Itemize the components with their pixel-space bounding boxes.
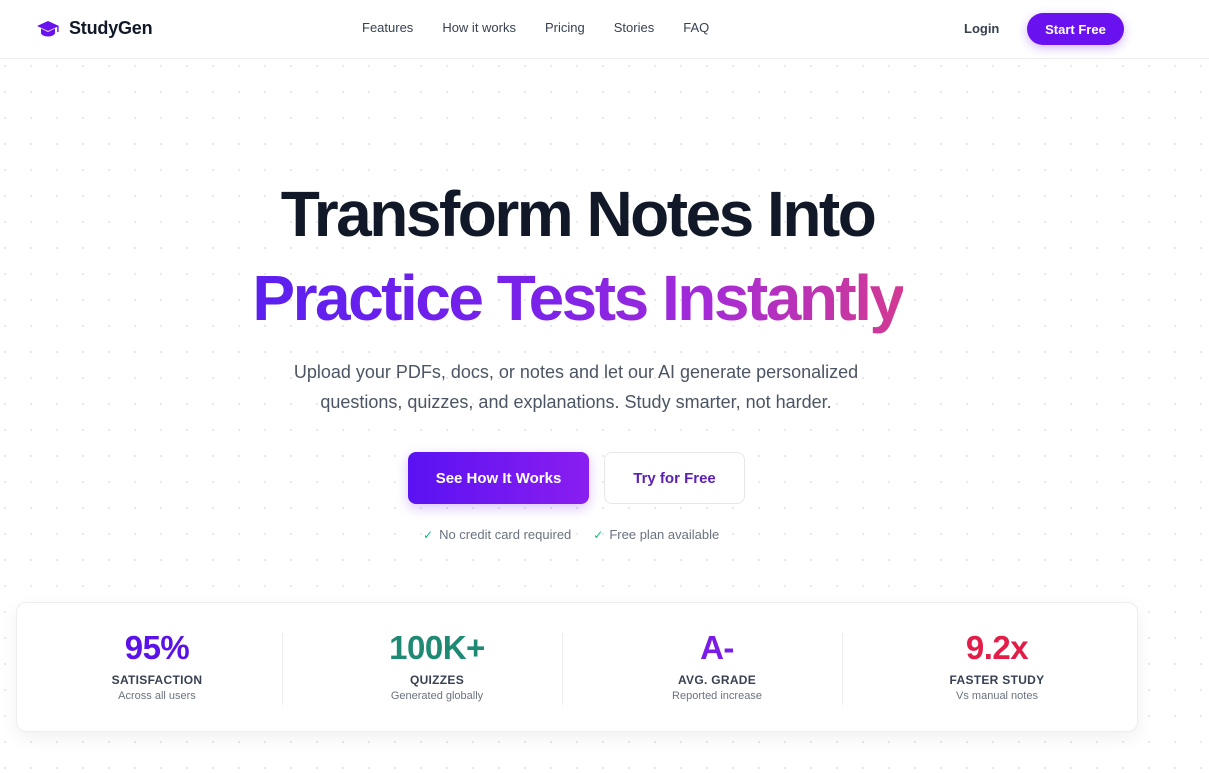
check-icon: ✓ — [593, 527, 604, 542]
nav-link-stories[interactable]: Stories — [614, 20, 654, 35]
brand-name: StudyGen — [69, 18, 153, 38]
hero-subtitle-line2: questions, quizzes, and explanations. St… — [320, 392, 832, 412]
stat-divider — [562, 633, 563, 705]
hero-subtitle: Upload your PDFs, docs, or notes and let… — [250, 357, 902, 417]
stat-avg-grade: A- AVG. GRADE Reported increase — [577, 603, 857, 733]
stat-value: A- — [700, 629, 734, 666]
hero-title-gradient-text: Practice Tests Instantly — [252, 262, 905, 334]
stat-value: 95% — [124, 629, 190, 666]
stat-label: FASTER STUDY — [949, 673, 1045, 687]
check-label: Free plan available — [609, 527, 720, 542]
nav-link-pricing[interactable]: Pricing — [545, 20, 585, 35]
stat-value: 9.2x — [965, 629, 1029, 666]
nav-link-how-it-works[interactable]: How it works — [442, 20, 516, 35]
hero-title-line1: Transform Notes Into — [280, 178, 877, 250]
stat-label: SATISFACTION — [111, 673, 203, 687]
login-link[interactable]: Login — [964, 21, 999, 36]
stat-quizzes: 100K+ QUIZZES Generated globally — [297, 603, 577, 733]
see-how-it-works-button[interactable]: See How It Works — [408, 452, 589, 504]
stat-label: AVG. GRADE — [677, 673, 757, 687]
stat-satisfaction: 95% SATISFACTION Across all users — [17, 603, 297, 733]
nav-link-features[interactable]: Features — [362, 20, 413, 35]
nav-links: Features How it works Pricing Stories FA… — [362, 20, 738, 35]
stat-label: QUIZZES — [409, 673, 465, 687]
stat-desc: Vs manual notes — [956, 690, 1038, 702]
stat-value: 100K+ — [389, 629, 485, 666]
stat-desc: Across all users — [118, 690, 196, 702]
check-no-credit-card: ✓ No credit card required — [423, 527, 571, 542]
stat-divider — [282, 633, 283, 705]
graduation-cap-icon — [36, 19, 60, 39]
nav-link-faq[interactable]: FAQ — [683, 20, 709, 35]
stat-desc: Generated globally — [390, 690, 484, 702]
start-free-button[interactable]: Start Free — [1027, 13, 1124, 45]
stats-card: 95% SATISFACTION Across all users 100K+ … — [16, 602, 1138, 732]
brand-logo[interactable]: StudyGen — [36, 18, 153, 39]
stat-desc: Reported increase — [672, 690, 762, 702]
check-free-plan: ✓ Free plan available — [593, 527, 719, 542]
try-for-free-button[interactable]: Try for Free — [604, 452, 745, 504]
hero-subtitle-line1: Upload your PDFs, docs, or notes and let… — [293, 362, 859, 382]
check-label: No credit card required — [439, 527, 572, 542]
top-navbar: StudyGen Features How it works Pricing S… — [0, 0, 1209, 59]
hero-checks: ✓ No credit card required ✓ Free plan av… — [423, 527, 719, 542]
check-icon: ✓ — [423, 527, 434, 542]
stat-faster-study: 9.2x FASTER STUDY Vs manual notes — [857, 603, 1137, 733]
stat-divider — [842, 633, 843, 705]
hero-title-line2: Practice Tests Instantly — [0, 261, 1155, 335]
